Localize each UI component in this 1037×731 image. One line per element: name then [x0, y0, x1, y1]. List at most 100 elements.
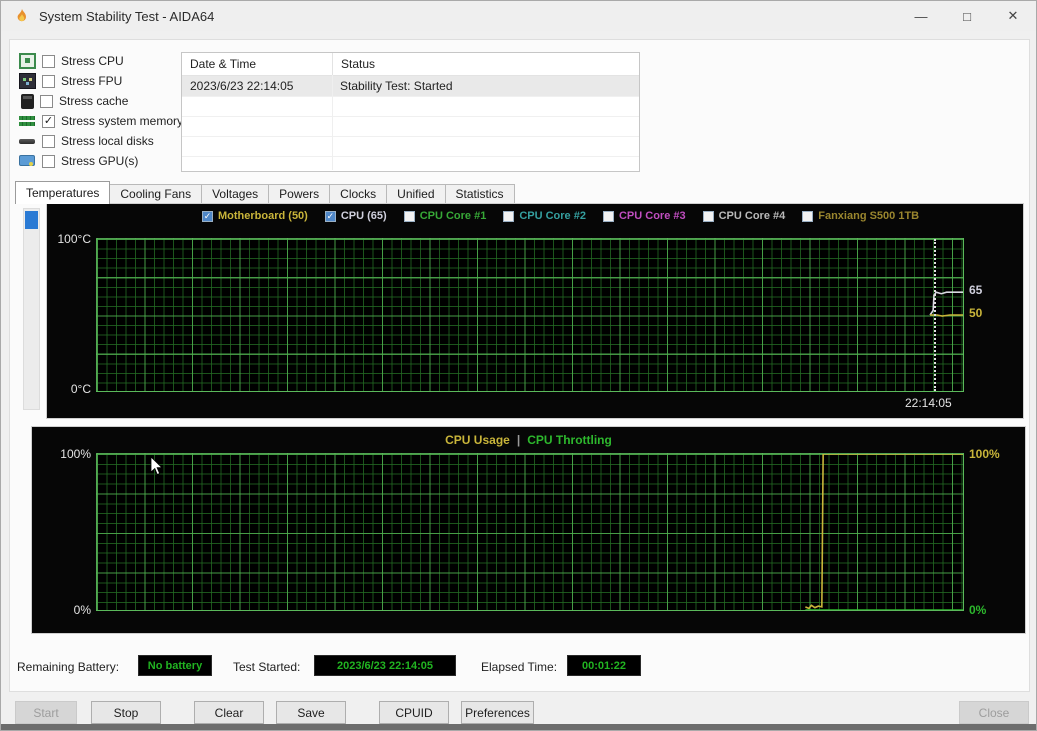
- legend-checkbox[interactable]: [702, 210, 714, 222]
- temp-time-label: 22:14:05: [905, 396, 952, 410]
- usage-value-100: 100%: [969, 447, 1000, 461]
- usage-value-0: 0%: [969, 603, 987, 617]
- cpu-usage-title: CPU Usage: [445, 433, 510, 447]
- stress-cache-label: Stress cache: [59, 94, 129, 108]
- log-col-status[interactable]: Status: [332, 53, 639, 75]
- stress-cache-row: Stress cache: [19, 91, 183, 111]
- temp-chart-scrollbar[interactable]: [23, 208, 40, 410]
- legend-label: CPU Core #4: [718, 210, 786, 222]
- tab-voltages[interactable]: Voltages: [201, 184, 270, 204]
- legend-checkbox[interactable]: [602, 210, 614, 222]
- legend-label: CPU Core #3: [618, 210, 686, 222]
- stress-options: Stress CPU Stress FPU Stress cache ✓ Str…: [19, 51, 183, 171]
- maximize-icon[interactable]: □: [944, 1, 990, 31]
- bottom-edge: [1, 724, 1036, 730]
- usage-chart-title: CPU Usage | CPU Throttling: [32, 433, 1025, 447]
- stress-disks-row: Stress local disks: [19, 131, 183, 151]
- app-window: System Stability Test - AIDA64 — □ ✕ Str…: [0, 0, 1037, 731]
- stress-fpu-label: Stress FPU: [61, 74, 123, 88]
- cpu-throttling-title: CPU Throttling: [527, 433, 612, 447]
- memory-icon: [19, 115, 36, 127]
- log-col-datetime[interactable]: Date & Time: [182, 57, 332, 71]
- temperature-plot: [96, 238, 964, 392]
- stress-cpu-checkbox[interactable]: [42, 54, 55, 68]
- log-row-status: Stability Test: Started: [340, 79, 453, 93]
- legend-checkbox[interactable]: ✓: [202, 210, 213, 222]
- legend-cpu-core-3[interactable]: CPU Core #3: [602, 210, 686, 222]
- legend-cpu[interactable]: ✓ CPU (65): [324, 210, 387, 222]
- stop-button[interactable]: Stop: [91, 701, 161, 724]
- cache-icon: [21, 93, 34, 109]
- stress-fpu-checkbox[interactable]: [42, 74, 55, 88]
- legend-label: Motherboard (50): [218, 210, 308, 222]
- legend-label: CPU (65): [340, 210, 387, 222]
- remaining-battery-value: No battery: [138, 655, 212, 676]
- table-row[interactable]: 2023/6/23 22:14:05 Stability Test: Start…: [182, 76, 639, 96]
- stress-cpu-label: Stress CPU: [61, 54, 124, 68]
- test-started-label: Test Started:: [233, 660, 301, 674]
- tab-unified[interactable]: Unified: [386, 184, 446, 204]
- log-column-divider: [332, 75, 333, 170]
- cpuid-button[interactable]: CPUID: [379, 701, 449, 724]
- remaining-battery-label: Remaining Battery:: [17, 660, 120, 674]
- legend-label: CPU Core #2: [519, 210, 586, 222]
- event-log-table: Date & Time Status 2023/6/23 22:14:05 St…: [181, 52, 640, 172]
- legend-checkbox[interactable]: [802, 210, 814, 222]
- temp-y-max-label: 100°C: [57, 232, 92, 246]
- legend-cpu-core-2[interactable]: CPU Core #2: [503, 210, 586, 222]
- elapsed-time-label: Elapsed Time:: [481, 660, 558, 674]
- close-icon[interactable]: ✕: [990, 1, 1036, 31]
- temp-value-50: 50: [969, 306, 983, 320]
- title-separator: |: [516, 433, 521, 447]
- gpu-icon: [19, 154, 36, 168]
- stress-gpu-row: Stress GPU(s): [19, 151, 183, 171]
- elapsed-time-value: 00:01:22: [567, 655, 641, 676]
- usage-y-max-label: 100%: [60, 447, 91, 461]
- stress-cpu-row: Stress CPU: [19, 51, 183, 71]
- cpu-usage-plot: [96, 453, 964, 611]
- stress-disks-checkbox[interactable]: [42, 134, 55, 148]
- temperature-legend: ✓ Motherboard (50) ✓ CPU (65) CPU Core #…: [202, 210, 919, 222]
- tab-clocks[interactable]: Clocks: [329, 184, 388, 204]
- log-empty-row: [182, 116, 639, 136]
- temp-value-65: 65: [969, 283, 983, 297]
- preferences-button[interactable]: Preferences: [461, 701, 534, 724]
- tab-powers[interactable]: Powers: [268, 184, 331, 204]
- legend-label: CPU Core #1: [419, 210, 487, 222]
- cpu-usage-chart-panel: CPU Usage | CPU Throttling 100% 0% 100% …: [31, 426, 1026, 634]
- test-started-value: 2023/6/23 22:14:05: [314, 655, 456, 676]
- tab-temperatures[interactable]: Temperatures: [15, 181, 111, 204]
- legend-fanxiang-ssd[interactable]: Fanxiang S500 1TB: [802, 210, 919, 222]
- log-empty-row: [182, 156, 639, 176]
- legend-checkbox[interactable]: [403, 210, 415, 222]
- legend-cpu-core-4[interactable]: CPU Core #4: [702, 210, 786, 222]
- log-table-header: Date & Time Status: [182, 53, 639, 76]
- log-empty-row: [182, 96, 639, 116]
- temperature-chart-panel: ✓ Motherboard (50) ✓ CPU (65) CPU Core #…: [46, 203, 1024, 419]
- fpu-icon: [19, 73, 36, 89]
- log-empty-row: [182, 136, 639, 156]
- legend-cpu-core-1[interactable]: CPU Core #1: [403, 210, 487, 222]
- stress-gpu-checkbox[interactable]: [42, 154, 55, 168]
- stress-memory-row: ✓ Stress system memory: [19, 111, 183, 131]
- stress-memory-checkbox[interactable]: ✓: [42, 114, 55, 128]
- tab-statistics[interactable]: Statistics: [444, 184, 515, 204]
- tab-cooling-fans[interactable]: Cooling Fans: [109, 184, 203, 204]
- legend-checkbox[interactable]: ✓: [324, 210, 336, 222]
- stress-cache-checkbox[interactable]: [40, 94, 53, 108]
- chart-tabs: Temperatures Cooling Fans Voltages Power…: [15, 181, 515, 204]
- window-title: System Stability Test - AIDA64: [39, 8, 215, 24]
- clear-button[interactable]: Clear: [194, 701, 264, 724]
- legend-motherboard[interactable]: ✓ Motherboard (50): [202, 210, 308, 222]
- legend-checkbox[interactable]: [503, 210, 515, 222]
- time-cursor-line: [934, 239, 937, 391]
- save-button[interactable]: Save: [276, 701, 346, 724]
- close-button[interactable]: Close: [959, 701, 1029, 724]
- scrollbar-thumb[interactable]: [25, 211, 38, 229]
- mouse-cursor: [150, 456, 163, 476]
- minimize-icon[interactable]: —: [898, 1, 944, 31]
- stress-gpu-label: Stress GPU(s): [61, 154, 139, 168]
- start-button[interactable]: Start: [15, 701, 77, 724]
- cpu-icon: [19, 53, 36, 69]
- flame-icon: [17, 9, 26, 22]
